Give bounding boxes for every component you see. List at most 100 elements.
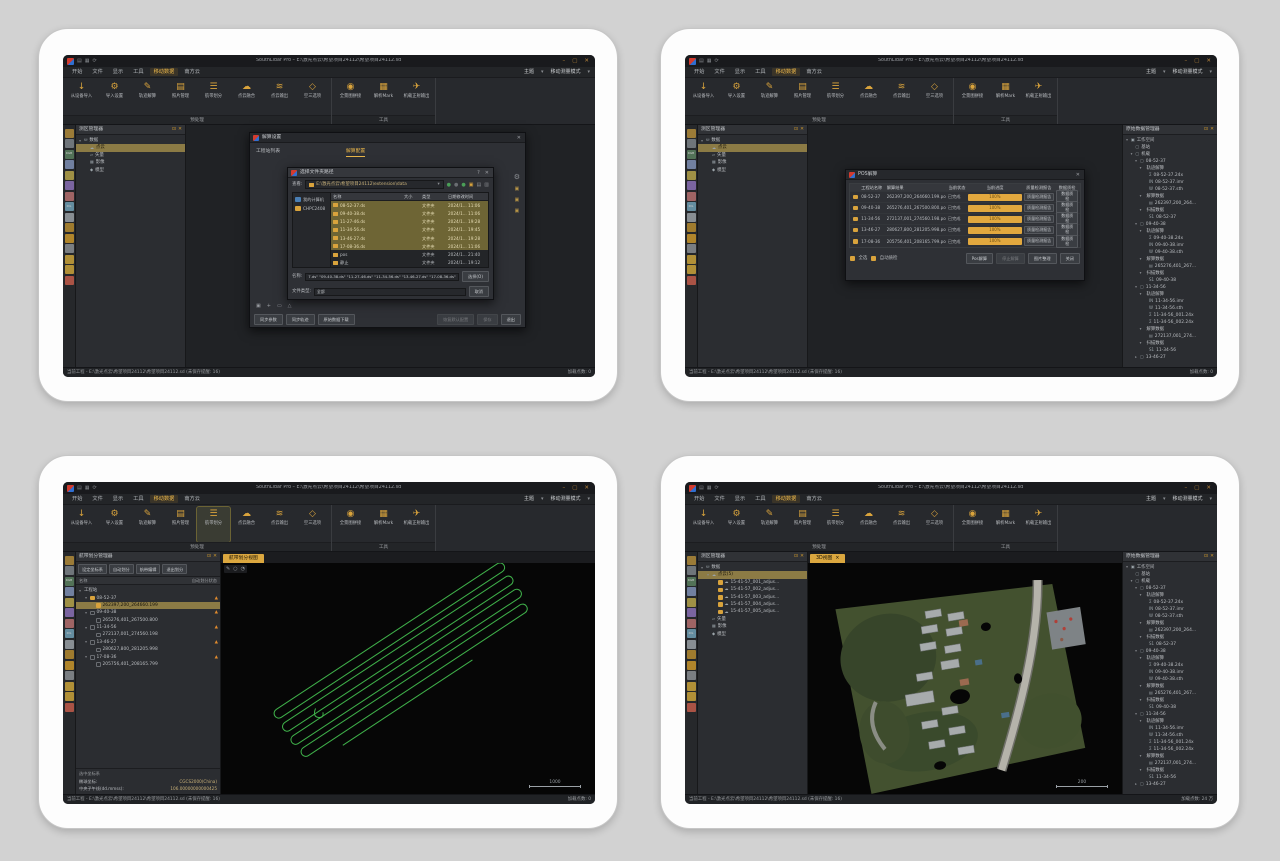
pos-table-row[interactable]: 17-08-36 205756,401_208165.799.pos 已完成 1… xyxy=(850,236,1080,247)
tree-row[interactable]: ▾▢机载 xyxy=(1123,578,1217,585)
tree-row[interactable]: ▤272137,001_274... xyxy=(1123,760,1217,767)
side-tool-icon[interactable] xyxy=(687,587,696,596)
menu-item[interactable]: 显示 xyxy=(731,68,749,76)
menu-item[interactable]: 移动数据 xyxy=(772,495,801,503)
menu-item[interactable]: 南方云 xyxy=(180,495,204,503)
row-checkbox[interactable] xyxy=(96,618,101,623)
side-tool-icon[interactable] xyxy=(65,160,74,169)
tree-row[interactable]: ▾▢09-40-38 xyxy=(1123,221,1217,228)
nav-icon[interactable]: ▥ xyxy=(484,182,489,188)
ribbon-button[interactable]: ☰航带划分 xyxy=(197,507,230,542)
menu-item[interactable]: 移动数据 xyxy=(150,495,179,503)
panel-button[interactable]: 航带编辑 xyxy=(136,564,161,574)
tree-row[interactable]: Σ11-34-56_001.24x xyxy=(1123,312,1217,319)
tree-row[interactable]: ▾解算数据 xyxy=(1123,683,1217,690)
float-panel-icon[interactable]: ⊡ xyxy=(172,127,176,133)
side-tool-icon[interactable] xyxy=(687,566,696,575)
side-tool-icon[interactable]: RGB xyxy=(687,577,696,586)
row-checkbox[interactable] xyxy=(853,228,858,233)
side-tool-icon[interactable] xyxy=(65,619,74,628)
open-icon[interactable]: ▦ xyxy=(85,485,90,491)
menu-item[interactable]: 文件 xyxy=(710,68,728,76)
menu-item[interactable]: 文件 xyxy=(88,495,106,503)
close-button[interactable]: ✕ xyxy=(1204,485,1213,492)
tree-row[interactable]: ▾▢11-34-56 xyxy=(1123,711,1217,718)
mode-menu[interactable]: 移动测量模式 xyxy=(1172,69,1202,75)
tree-row[interactable]: S111-34-56 xyxy=(1123,347,1217,354)
tree-row[interactable]: IN08-52-37.imr xyxy=(1123,179,1217,186)
side-tool-icon[interactable] xyxy=(687,129,696,138)
tree-row[interactable]: ▾轨迹解算 xyxy=(1123,291,1217,298)
tree-row[interactable]: ▾扫描数据 xyxy=(1123,340,1217,347)
strip-tree-row[interactable]: 262397,200_264660.199 xyxy=(76,602,220,609)
tree-row[interactable]: ▾扫描数据 xyxy=(1123,634,1217,641)
ribbon-button[interactable]: ☁点云融合 xyxy=(230,80,263,115)
mode-menu[interactable]: 移动测量模式 xyxy=(550,69,580,75)
ribbon-button[interactable]: ◉全景图拼接 xyxy=(334,507,367,542)
menu-item[interactable]: 开始 xyxy=(68,495,86,503)
close-icon[interactable]: ✕ xyxy=(516,135,522,141)
side-tool-icon[interactable] xyxy=(65,640,74,649)
folder-icon[interactable]: ▣ xyxy=(514,208,519,214)
tree-row[interactable]: ▾扫描数据 xyxy=(1123,270,1217,277)
maximize-button[interactable]: ▢ xyxy=(570,58,579,65)
close-icon[interactable]: ✕ xyxy=(484,170,490,176)
undo-icon[interactable]: ⟳ xyxy=(714,58,718,64)
row-checkbox[interactable] xyxy=(718,602,723,607)
side-tool-icon[interactable]: RGB xyxy=(65,577,74,586)
float-panel-icon[interactable]: ⊡ xyxy=(1204,127,1208,133)
tree-row[interactable]: ▸▢13-46-27 xyxy=(1123,781,1217,788)
side-tool-icon[interactable] xyxy=(687,703,696,712)
row-checkbox[interactable] xyxy=(90,640,95,645)
side-tool-icon[interactable] xyxy=(687,276,696,285)
point-cloud-canvas[interactable]: 200 xyxy=(808,563,1122,794)
ribbon-button[interactable]: ✈机载正射输出 xyxy=(1022,80,1055,115)
side-tool-icon[interactable] xyxy=(65,171,74,180)
tree-row[interactable]: ☁点云 xyxy=(76,144,185,151)
tree-row[interactable]: ▾☁点云(5) xyxy=(698,571,807,578)
menu-item[interactable]: 显示 xyxy=(109,68,127,76)
strip-tree-row[interactable]: ▾08-52-37▲ xyxy=(76,594,220,601)
ribbon-button[interactable]: ≋点云输出 xyxy=(263,80,296,115)
help-icon[interactable]: ? xyxy=(476,170,481,176)
menu-item[interactable]: 南方云 xyxy=(180,68,204,76)
sync-button[interactable]: 同步参数 xyxy=(254,314,283,325)
quality-report-button[interactable]: 质量检测报告 xyxy=(1024,226,1054,235)
close-icon[interactable]: ✕ xyxy=(178,127,182,133)
tree-row[interactable]: ▾扫描数据 xyxy=(1123,697,1217,704)
row-checkbox[interactable] xyxy=(96,633,101,638)
ribbon-button[interactable]: ✎轨迹解算 xyxy=(131,507,164,542)
tree-row[interactable]: ☁点云 xyxy=(698,144,807,151)
nav-icon[interactable]: ● xyxy=(461,182,465,188)
row-checkbox[interactable] xyxy=(96,603,101,608)
tree-row[interactable]: ▾轨迹解算 xyxy=(1123,718,1217,725)
filetype-select[interactable]: 全部 xyxy=(314,288,466,297)
close-button[interactable]: ✕ xyxy=(582,485,591,492)
strip-tree-row[interactable]: ▾11-34-56▲ xyxy=(76,624,220,631)
side-tool-icon[interactable] xyxy=(65,234,74,243)
tree-row[interactable]: ▾⛁数据 xyxy=(698,564,807,571)
ribbon-button[interactable]: ✎轨迹解算 xyxy=(753,507,786,542)
save-icon[interactable]: ▤ xyxy=(699,485,704,491)
tree-row[interactable]: ▾▢机载 xyxy=(1123,151,1217,158)
tree-row[interactable]: ▾▢08-52-37 xyxy=(1123,585,1217,592)
side-tool-icon[interactable] xyxy=(687,234,696,243)
side-tool-icon[interactable] xyxy=(65,598,74,607)
side-tool-icon[interactable] xyxy=(687,650,696,659)
filename-input[interactable]: 7.ds" "09-40-38.ds" "11-27-46.ds" "11-34… xyxy=(305,273,459,282)
sync-button[interactable]: 同步轨迹 xyxy=(286,314,315,325)
side-tool-icon[interactable]: IDL xyxy=(65,629,74,638)
side-tool-icon[interactable] xyxy=(65,265,74,274)
tree-row[interactable]: ▾⛁数据 xyxy=(76,137,185,144)
quality-report-button[interactable]: 质量检测报告 xyxy=(1024,204,1054,213)
tree-row[interactable]: ☁15-41-57_003_adjus... xyxy=(698,594,807,601)
menu-item[interactable]: 开始 xyxy=(690,68,708,76)
tab-solve-config[interactable]: 解算配置 xyxy=(346,149,365,157)
nav-icon[interactable]: ▤ xyxy=(477,182,482,188)
menu-item[interactable]: 工具 xyxy=(751,68,769,76)
side-tool-icon[interactable] xyxy=(687,692,696,701)
ribbon-button[interactable]: ◇空三选项 xyxy=(296,507,329,542)
ribbon-button[interactable]: ⚙导入设置 xyxy=(720,507,753,542)
side-tool-icon[interactable] xyxy=(65,587,74,596)
data-check-button[interactable]: 数据质检 xyxy=(1056,235,1078,249)
